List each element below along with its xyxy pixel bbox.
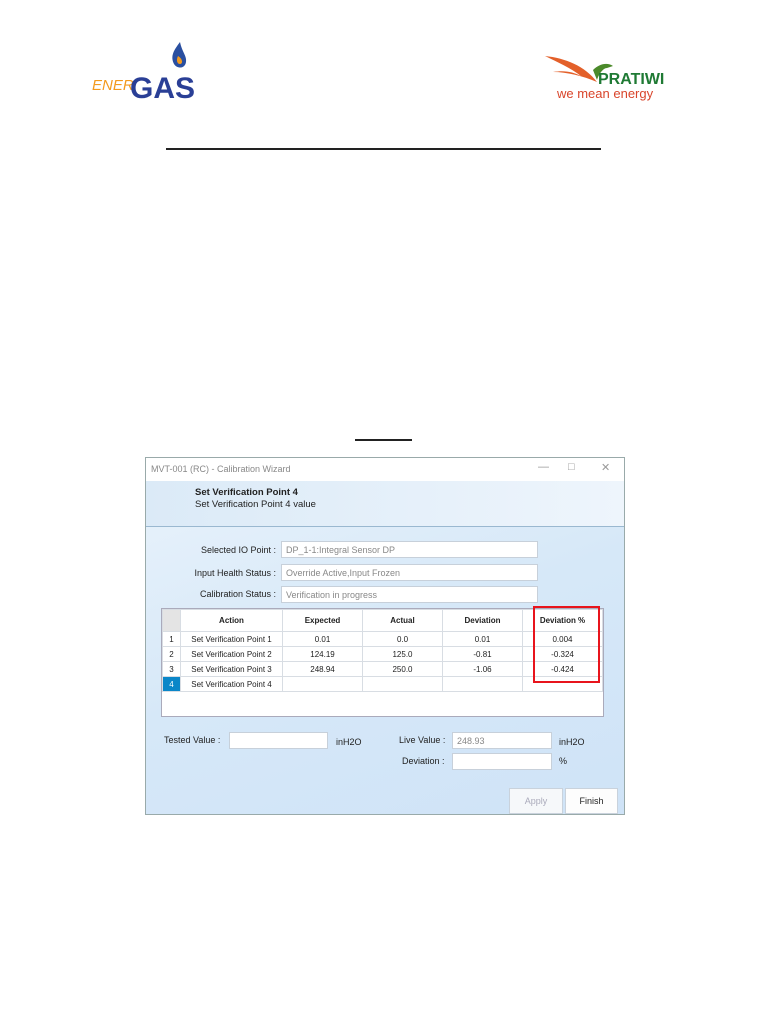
cell-deviation: -1.06	[442, 661, 523, 677]
svg-text:GAS: GAS	[130, 72, 195, 104]
cell-action: Set Verification Point 1	[180, 631, 283, 647]
cell-deviation	[442, 676, 523, 692]
close-icon[interactable]: ✕	[601, 461, 610, 474]
highlight-box	[533, 606, 600, 683]
row-number[interactable]: 4	[162, 676, 181, 692]
deviation-input[interactable]	[452, 753, 552, 770]
pratiwi-logo: PRATIWI we mean energy	[545, 56, 664, 101]
col-action[interactable]: Action	[180, 609, 283, 632]
underline-mark	[355, 439, 412, 441]
tested-value-input[interactable]	[229, 732, 328, 749]
live-unit: inH2O	[559, 737, 585, 747]
cell-expected	[282, 676, 363, 692]
row-number[interactable]: 3	[162, 661, 181, 677]
health-status-label: Input Health Status :	[194, 568, 276, 578]
deviation-unit: %	[559, 756, 568, 766]
minimize-icon[interactable]: —	[538, 461, 549, 473]
step-subtitle: Set Verification Point 4 value	[195, 499, 316, 510]
cell-expected: 0.01	[282, 631, 363, 647]
cell-action: Set Verification Point 2	[180, 646, 283, 662]
wizard-header: Set Verification Point 4 Set Verificatio…	[146, 481, 624, 527]
live-value-label: Live Value :	[399, 735, 446, 745]
cell-expected: 248.94	[282, 661, 363, 677]
io-point-field[interactable]: DP_1-1:Integral Sensor DP	[281, 541, 538, 558]
col-deviation[interactable]: Deviation	[442, 609, 523, 632]
deviation-label: Deviation :	[402, 756, 445, 766]
col-expected[interactable]: Expected	[282, 609, 363, 632]
col-actual[interactable]: Actual	[362, 609, 443, 632]
finish-button[interactable]: Finish	[565, 788, 618, 814]
health-status-field[interactable]: Override Active,Input Frozen	[281, 564, 538, 581]
window-title: MVT-001 (RC) - Calibration Wizard	[151, 464, 291, 474]
tested-value-label: Tested Value :	[164, 735, 221, 745]
row-number[interactable]: 2	[162, 646, 181, 662]
divider-line	[166, 148, 601, 150]
cell-deviation: 0.01	[442, 631, 523, 647]
calibration-status-label: Calibration Status :	[199, 589, 276, 599]
row-number[interactable]: 1	[162, 631, 181, 647]
apply-button[interactable]: Apply	[509, 788, 563, 814]
cell-actual: 250.0	[362, 661, 443, 677]
cell-action: Set Verification Point 4	[180, 676, 283, 692]
cell-actual	[362, 676, 443, 692]
cell-action: Set Verification Point 3	[180, 661, 283, 677]
cell-actual: 125.0	[362, 646, 443, 662]
tested-unit: inH2O	[336, 737, 362, 747]
cell-deviation: -0.81	[442, 646, 523, 662]
title-bar: MVT-001 (RC) - Calibration Wizard — □ ✕	[146, 458, 624, 481]
energas-logo: ENER GAS	[92, 42, 195, 104]
cell-actual: 0.0	[362, 631, 443, 647]
cell-expected: 124.19	[282, 646, 363, 662]
calibration-wizard-window: MVT-001 (RC) - Calibration Wizard — □ ✕ …	[145, 457, 625, 815]
svg-text:ENER: ENER	[92, 77, 134, 94]
io-point-label: Selected IO Point :	[200, 545, 276, 555]
corner-header	[162, 609, 181, 632]
step-title: Set Verification Point 4	[195, 487, 298, 498]
live-value-field[interactable]: 248.93	[452, 732, 552, 749]
maximize-icon[interactable]: □	[568, 461, 575, 473]
calibration-status-field[interactable]: Verification in progress	[281, 586, 538, 603]
svg-text:we mean energy: we mean energy	[556, 86, 654, 101]
